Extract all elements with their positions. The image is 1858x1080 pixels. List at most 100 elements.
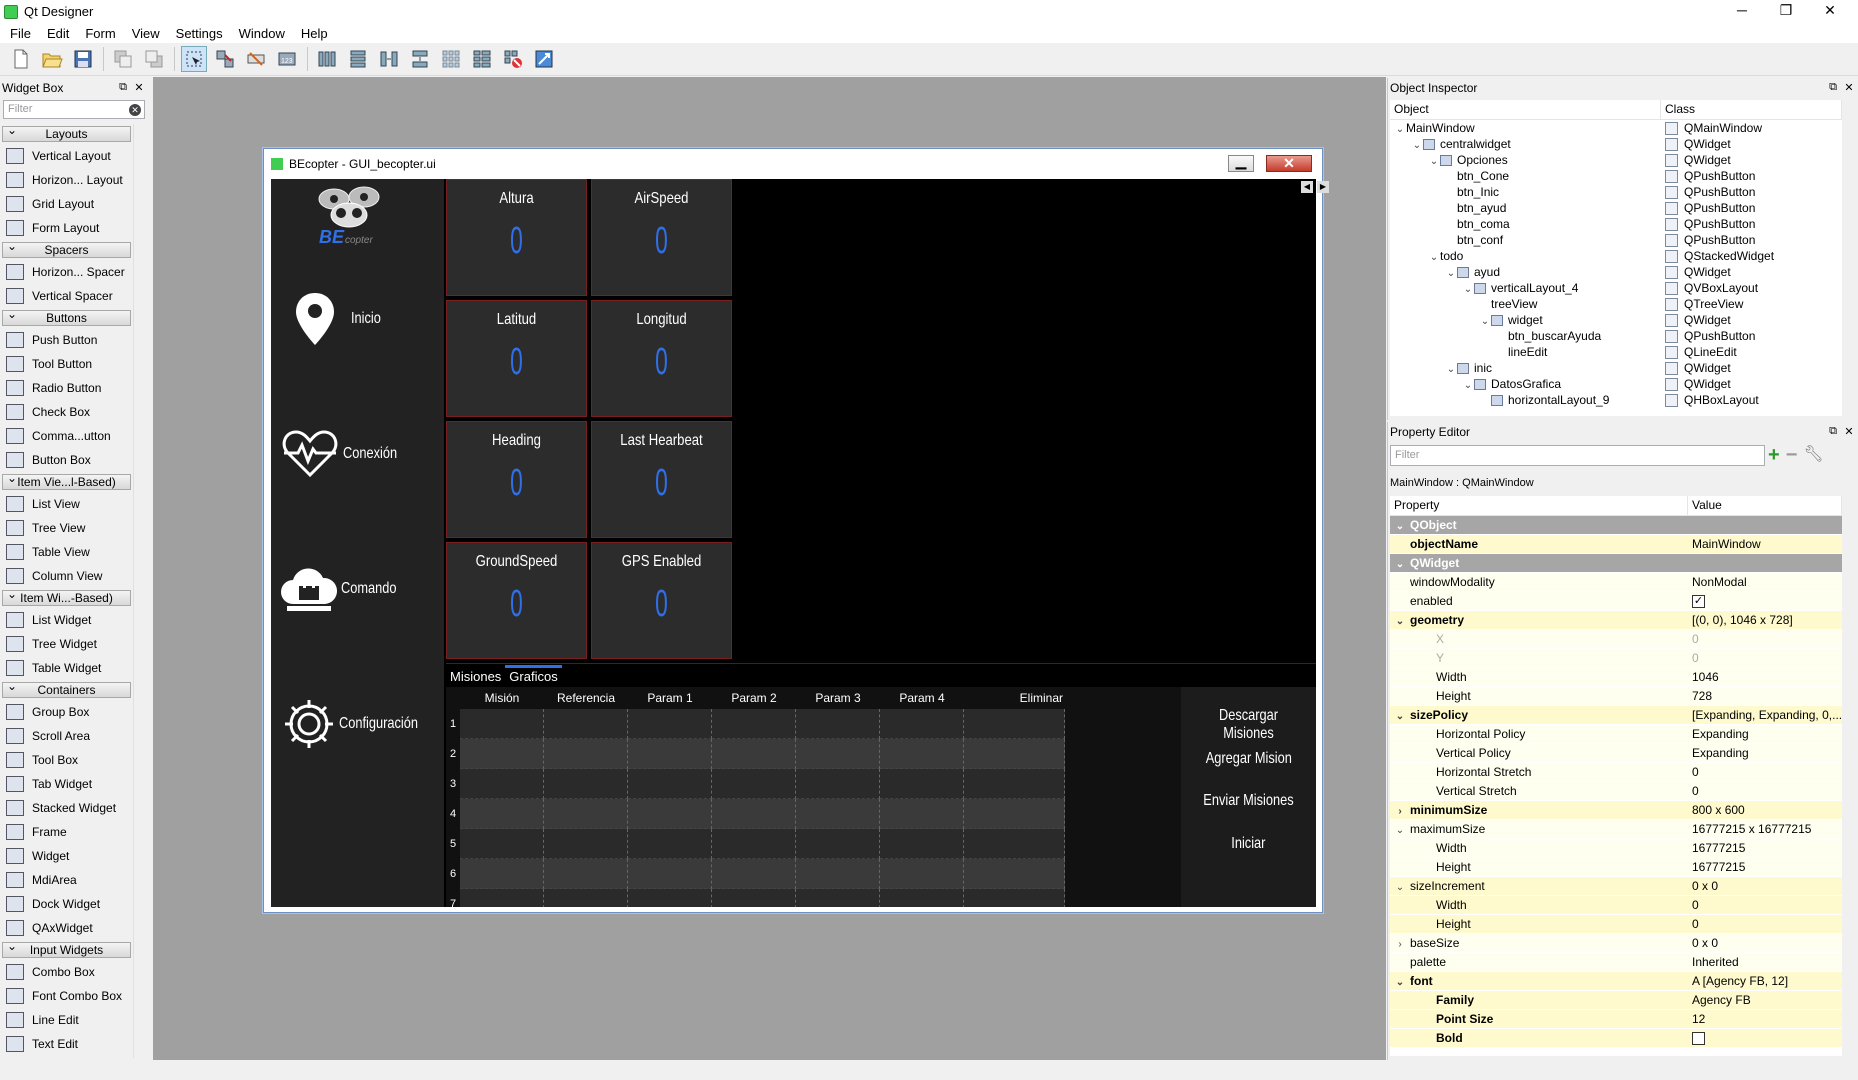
property-value[interactable]: Agency FB — [1692, 993, 1751, 1007]
property-value[interactable]: 16777215 x 16777215 — [1692, 822, 1811, 836]
property-value[interactable]: 0 — [1692, 765, 1699, 779]
expand-arrow-icon[interactable]: ⌄ — [1394, 555, 1406, 572]
property-row-vertical-policy[interactable]: Vertical Policy Expanding — [1390, 744, 1842, 763]
table-cell[interactable] — [628, 709, 712, 739]
expand-arrow-icon[interactable]: ⌄ — [1428, 250, 1440, 264]
table-cell[interactable] — [460, 769, 544, 799]
property-value[interactable]: Expanding — [1692, 727, 1749, 741]
table-cell[interactable] — [544, 769, 628, 799]
widget-item-tab-widget[interactable]: Tab Widget — [0, 772, 133, 796]
object-tree-row[interactable]: btn_Inic QPushButton — [1390, 184, 1842, 200]
table-cell[interactable] — [460, 889, 544, 907]
table-cell[interactable] — [628, 829, 712, 859]
property-value[interactable]: Expanding — [1692, 746, 1749, 760]
table-cell[interactable] — [544, 739, 628, 769]
menu-view[interactable]: View — [124, 26, 168, 41]
property-value[interactable]: 1046 — [1692, 670, 1719, 684]
object-tree-row[interactable]: btn_conf QPushButton — [1390, 232, 1842, 248]
widget-item-tree-widget[interactable]: Tree Widget — [0, 632, 133, 656]
widget-item-table-view[interactable]: Table View — [0, 540, 133, 564]
widget-item-tool-box[interactable]: Tool Box — [0, 748, 133, 772]
property-value[interactable]: 0 — [1692, 898, 1699, 912]
right-arrow-icon[interactable]: ▶ — [1317, 181, 1329, 193]
object-tree-row[interactable]: btn_coma QPushButton — [1390, 216, 1842, 232]
property-checkbox[interactable]: ✓ — [1692, 595, 1705, 609]
expand-arrow-icon[interactable]: ⌄ — [1394, 973, 1406, 990]
agregar-mision-button[interactable]: Agregar Mision — [1181, 750, 1316, 768]
close-button[interactable]: ✕ — [1808, 0, 1852, 23]
property-row-bold[interactable]: Bold — [1390, 1029, 1842, 1048]
tab-misiones[interactable]: Misiones — [446, 665, 505, 687]
float-icon[interactable]: ⧉ — [1826, 425, 1840, 438]
widget-item-combo-box[interactable]: Combo Box — [0, 960, 133, 984]
table-cell[interactable] — [796, 889, 880, 907]
object-tree-row[interactable]: ⌄ widget QWidget — [1390, 312, 1842, 328]
menu-window[interactable]: Window — [231, 26, 293, 41]
expand-arrow-icon[interactable]: ⌄ — [1394, 612, 1406, 629]
float-icon[interactable]: ⧉ — [1826, 81, 1840, 94]
layout-vertical-icon[interactable] — [345, 46, 371, 72]
property-row-enabled[interactable]: enabled ✓ — [1390, 592, 1842, 611]
edit-signals-slots-icon[interactable] — [212, 46, 238, 72]
table-cell[interactable] — [796, 829, 880, 859]
layout-vertical-splitter-icon[interactable] — [407, 46, 433, 72]
widget-item-table-widget[interactable]: Table Widget — [0, 656, 133, 680]
property-row-height[interactable]: Height 16777215 — [1390, 858, 1842, 877]
close-icon[interactable]: ✕ — [1842, 425, 1856, 438]
property-row-minimumsize[interactable]: › minimumSize 800 x 600 — [1390, 801, 1842, 820]
table-row[interactable]: 1 — [446, 709, 1181, 739]
expand-arrow-icon[interactable]: ⌄ — [1445, 266, 1457, 280]
widget-item-widget[interactable]: Widget — [0, 844, 133, 868]
property-group-qwidget[interactable]: ⌄ QWidget — [1390, 554, 1842, 573]
property-row-width[interactable]: Width 1046 — [1390, 668, 1842, 687]
table-cell[interactable] — [544, 709, 628, 739]
widget-item-frame[interactable]: Frame — [0, 820, 133, 844]
widget-item-vertical-spacer[interactable]: Vertical Spacer — [0, 284, 133, 308]
table-cell[interactable] — [880, 859, 964, 889]
object-tree-row[interactable]: ⌄ todo QStackedWidget — [1390, 248, 1842, 264]
class-column-header[interactable]: Class — [1661, 100, 1842, 119]
widget-item-grid-layout[interactable]: Grid Layout — [0, 192, 133, 216]
property-value[interactable]: 0 x 0 — [1692, 879, 1718, 893]
property-row-maximumsize[interactable]: ⌄ maximumSize 16777215 x 16777215 — [1390, 820, 1842, 839]
object-tree-row[interactable]: btn_Cone QPushButton — [1390, 168, 1842, 184]
form-close-button[interactable]: ✕ — [1266, 155, 1312, 172]
object-tree-row[interactable]: ⌄ ayud QWidget — [1390, 264, 1842, 280]
col-param1[interactable]: Param 1 — [628, 687, 712, 709]
object-column-header[interactable]: Object — [1390, 100, 1661, 119]
property-column-header[interactable]: Property — [1390, 496, 1688, 515]
category-item-wi-based[interactable]: Item Wi...-Based) — [2, 587, 131, 606]
layout-grid-icon[interactable] — [438, 46, 464, 72]
property-filter-input[interactable]: Filter — [1390, 445, 1765, 466]
widget-item-tool-button[interactable]: Tool Button — [0, 352, 133, 376]
table-cell[interactable] — [880, 739, 964, 769]
table-cell[interactable] — [544, 859, 628, 889]
edit-widgets-icon[interactable] — [181, 46, 207, 72]
property-value[interactable]: 16777215 — [1692, 860, 1745, 874]
form-minimize-button[interactable]: ▁ — [1228, 154, 1254, 172]
table-row[interactable]: 7 — [446, 889, 1181, 907]
inicio-button[interactable]: Inicio — [271, 284, 444, 354]
expand-arrow-icon[interactable]: ⌄ — [1394, 122, 1406, 136]
property-value[interactable]: 16777215 — [1692, 841, 1745, 855]
property-group-qobject[interactable]: ⌄ QObject — [1390, 516, 1842, 535]
add-property-icon[interactable]: + — [1768, 444, 1780, 466]
table-cell[interactable] — [964, 859, 1065, 889]
object-tree-row[interactable]: ⌄ centralwidget QWidget — [1390, 136, 1842, 152]
widget-item-list-widget[interactable]: List Widget — [0, 608, 133, 632]
edit-tab-order-icon[interactable]: 123 — [274, 46, 300, 72]
table-cell[interactable] — [880, 889, 964, 907]
property-row-objectname[interactable]: objectName MainWindow — [1390, 535, 1842, 554]
table-cell[interactable] — [964, 709, 1065, 739]
property-value[interactable]: 0 — [1692, 651, 1699, 665]
property-row-font[interactable]: ⌄ font A [Agency FB, 12] — [1390, 972, 1842, 991]
widget-item-font-combo-box[interactable]: Font Combo Box — [0, 984, 133, 1008]
widget-box-filter-input[interactable]: Filter ✕ — [3, 100, 145, 119]
property-row-basesize[interactable]: › baseSize 0 x 0 — [1390, 934, 1842, 953]
widget-item-mdiarea[interactable]: MdiArea — [0, 868, 133, 892]
category-buttons[interactable]: Buttons — [2, 307, 131, 326]
property-value[interactable]: 0 — [1692, 632, 1699, 646]
table-row[interactable]: 5 — [446, 829, 1181, 859]
table-cell[interactable] — [712, 709, 796, 739]
widget-item-stacked-widget[interactable]: Stacked Widget — [0, 796, 133, 820]
